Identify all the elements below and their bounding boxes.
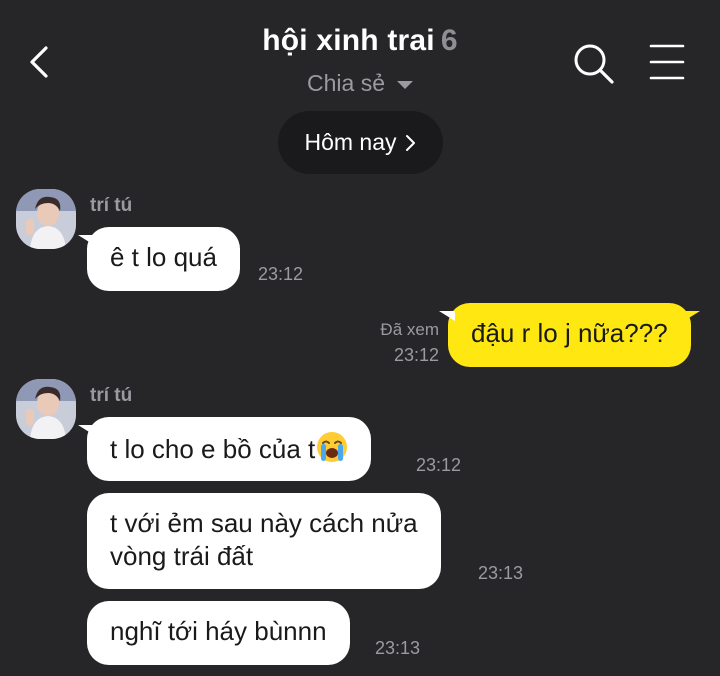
chat-header: hội xinh trai 6 Chia sẻ: [0, 0, 720, 110]
profile-photo: [16, 189, 76, 249]
date-divider-button[interactable]: Hôm nay: [278, 111, 443, 174]
message-text: t lo cho e bồ của t: [110, 434, 316, 464]
message-text: nghĩ tới háy bùnnn: [110, 616, 327, 646]
message-text: ê t lo quá: [110, 242, 217, 272]
date-divider-label: Hôm nay: [304, 129, 397, 155]
menu-button[interactable]: [648, 42, 686, 82]
message-text-line: t với ẻm sau này cách nửa: [110, 508, 418, 538]
message-bubble[interactable]: t với ẻm sau này cách nửa vòng trái đất: [87, 493, 441, 589]
avatar[interactable]: [16, 379, 76, 439]
message-time: 23:13: [375, 638, 421, 658]
sender-name: trí tú: [90, 195, 133, 216]
chevron-right-icon: [405, 134, 415, 151]
avatar[interactable]: [16, 189, 76, 249]
caret-down-icon: [396, 80, 413, 89]
hamburger-menu-icon: [649, 44, 685, 80]
search-icon: [574, 44, 614, 84]
share-label: Chia sẻ: [307, 70, 385, 96]
read-status: Đã xem: [380, 320, 439, 339]
message-bubble[interactable]: ê t lo quá: [78, 227, 240, 291]
my-message-bubble[interactable]: đậu r lo j nữa???: [439, 303, 700, 367]
message-bubble[interactable]: nghĩ tới háy bùnnn: [87, 601, 350, 665]
loudly-crying-face-icon: [317, 432, 348, 462]
message-time: 23:13: [478, 563, 524, 583]
message-time: 23:12: [416, 455, 462, 475]
member-count: 6: [440, 24, 458, 57]
message-text: đậu r lo j nữa???: [471, 318, 668, 348]
search-button[interactable]: [572, 42, 616, 86]
chat-title-text: hội xinh trai: [262, 24, 435, 57]
profile-photo: [16, 379, 76, 439]
message-bubble[interactable]: t lo cho e bồ của t: [77, 417, 372, 481]
message-text-line: vòng trái đất: [110, 541, 254, 571]
message-time: 23:12: [258, 264, 304, 284]
message-time: 23:12: [393, 345, 439, 365]
sender-name: trí tú: [90, 385, 133, 406]
